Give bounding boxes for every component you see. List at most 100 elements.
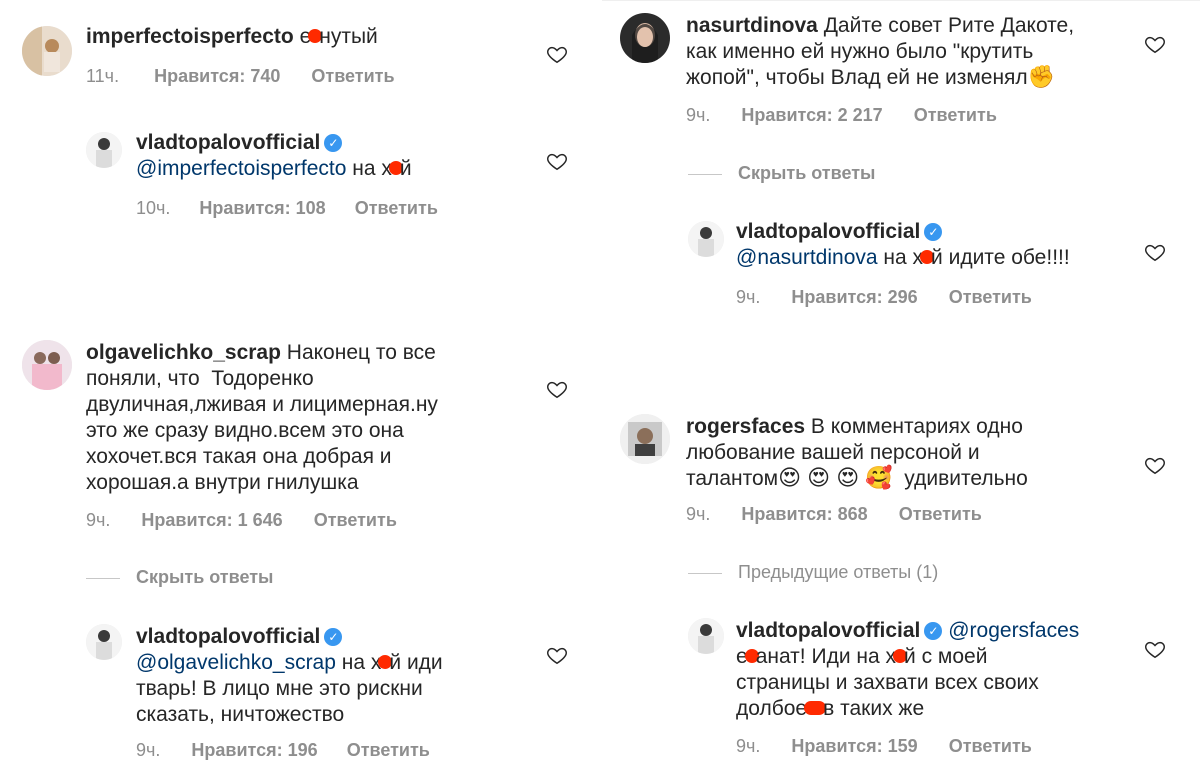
comment-text: талантом — [686, 467, 779, 490]
comment-body: nasurtdinova Дайте совет Рите Дакоте, ка… — [686, 13, 1074, 91]
reply-username[interactable]: vladtopalovofficial — [136, 131, 320, 154]
avatar-photo — [22, 340, 72, 390]
hide-replies-label: Скрыть ответы — [738, 163, 876, 183]
avatar[interactable] — [22, 340, 72, 390]
mention-link[interactable]: @rogersfaces — [948, 619, 1079, 642]
comment-text: В комментариях одно — [805, 415, 1023, 438]
heart-icon[interactable] — [546, 43, 568, 65]
hide-replies-label: Скрыть ответы — [136, 567, 274, 587]
divider-line — [688, 173, 722, 175]
comment-panel-left-top: imperfectoisperfecto е нутый 11ч. Нравитс… — [0, 0, 598, 300]
comment-text: жопой", чтобы Влад ей не изменял — [686, 66, 1028, 89]
mention-link[interactable]: @olgavelichko_scrap — [136, 651, 336, 674]
heart-icon[interactable] — [1144, 241, 1166, 263]
heart-icon[interactable] — [546, 378, 568, 400]
reply-button[interactable]: Ответить — [949, 287, 1032, 308]
comment-meta: 9ч. Нравится: 868 Ответить — [686, 504, 982, 525]
comment-text: поняли, что Тодоренко — [86, 367, 314, 390]
verified-badge-icon: ✓ — [324, 628, 343, 646]
reply-text: долбое — [736, 697, 808, 720]
avatar[interactable] — [688, 618, 724, 654]
reply-text: в таких же — [823, 697, 925, 720]
reply-button[interactable]: Ответить — [949, 736, 1032, 757]
hide-replies-button[interactable]: Скрыть ответы — [688, 163, 875, 184]
reply-username[interactable]: vladtopalovofficial — [736, 220, 920, 243]
reply-text: страницы и захвати всех своих — [736, 671, 1039, 694]
comment-text: Наконец то все — [280, 341, 436, 364]
heart-icon[interactable] — [1144, 454, 1166, 476]
avatar[interactable] — [22, 26, 72, 76]
reply-body: vladtopalovofficial ✓ @rogersfaces е анат!… — [736, 618, 1079, 722]
comment-username[interactable]: rogersfaces — [686, 415, 805, 438]
mention-link[interactable]: @nasurtdinova — [736, 246, 878, 269]
reply-button[interactable]: Ответить — [355, 198, 438, 219]
likes-count[interactable]: Нравится: 108 — [199, 198, 325, 219]
reply-time[interactable]: 9ч. — [136, 740, 160, 761]
reply-button[interactable]: Ответить — [311, 66, 394, 87]
comment-username[interactable]: imperfectoisperfecto — [86, 25, 294, 48]
divider-line — [688, 572, 722, 574]
comment-time[interactable]: 9ч. — [86, 510, 110, 531]
mention-link[interactable]: @imperfectoisperfecto — [136, 157, 346, 180]
verified-badge-icon: ✓ — [924, 622, 943, 640]
comment-time[interactable]: 11ч. — [86, 66, 119, 87]
verified-badge-icon: ✓ — [924, 223, 943, 241]
reply-username[interactable]: vladtopalovofficial — [136, 625, 320, 648]
reply-time[interactable]: 9ч. — [736, 736, 760, 757]
avatar-photo — [688, 618, 724, 654]
reply-button[interactable]: Ответить — [314, 510, 397, 531]
comment-text: хохочет.вся такая она добрая и — [86, 445, 392, 468]
reply-button[interactable]: Ответить — [899, 504, 982, 525]
avatar[interactable] — [86, 132, 122, 168]
comment-text: как именно ей нужно было "крутить — [686, 40, 1034, 63]
reply-text: й идите обе!!!! — [931, 246, 1070, 269]
raised-fist-icon: ✊ — [1027, 64, 1056, 89]
likes-count[interactable]: Нравится: 1 646 — [141, 510, 282, 531]
likes-count[interactable]: Нравится: 740 — [154, 66, 280, 87]
reply-text: анат! Иди на х — [755, 645, 896, 668]
avatar-photo — [86, 132, 122, 168]
comment-text: любование вашей персоной и — [686, 441, 980, 464]
hide-replies-button[interactable]: Скрыть ответы — [86, 567, 273, 588]
comment-text: это же сразу видно.всем это она — [86, 419, 404, 442]
comment-body: imperfectoisperfecto е нутый — [86, 24, 378, 50]
comment-text: Дайте совет Рите Дакоте, — [817, 14, 1075, 37]
likes-count[interactable]: Нравится: 159 — [791, 736, 917, 757]
likes-count[interactable]: Нравится: 868 — [741, 504, 867, 525]
reply-time[interactable]: 9ч. — [736, 287, 760, 308]
comment-panel-right-top: nasurtdinova Дайте совет Рите Дакоте, ка… — [602, 0, 1200, 319]
reply-body: vladtopalovofficial ✓ @imperfectoisperfec… — [136, 130, 412, 182]
avatar[interactable] — [86, 624, 122, 660]
avatar[interactable] — [620, 13, 670, 63]
reply-text: на х — [346, 157, 392, 180]
likes-count[interactable]: Нравится: 196 — [191, 740, 317, 761]
reply-meta: 9ч. Нравится: 196 Ответить — [136, 740, 430, 761]
comment-username[interactable]: olgavelichko_scrap — [86, 341, 281, 364]
comment-time[interactable]: 9ч. — [686, 105, 710, 126]
reply-text: сказать, ничтожество — [136, 703, 345, 726]
reply-text: на х — [877, 246, 924, 269]
comment-body: rogersfaces В комментариях одно любовани… — [686, 414, 1028, 492]
avatar[interactable] — [620, 414, 670, 464]
reply-body: vladtopalovofficial ✓ @olgavelichko_scrap… — [136, 624, 443, 728]
avatar-photo — [620, 414, 670, 464]
heart-icon[interactable] — [546, 150, 568, 172]
heart-eyes-emoji-icon: 😍 😍 😍 🥰 — [778, 465, 893, 490]
comment-body: olgavelichko_scrap Наконец то все поняли… — [86, 340, 438, 496]
heart-icon[interactable] — [1144, 638, 1166, 660]
reply-text: тварь! В лицо мне это рискни — [136, 677, 423, 700]
reply-button[interactable]: Ответить — [914, 105, 997, 126]
comment-time[interactable]: 9ч. — [686, 504, 710, 525]
previous-replies-button[interactable]: Предыдущие ответы (1) — [688, 562, 938, 583]
heart-icon[interactable] — [1144, 33, 1166, 55]
reply-time[interactable]: 10ч. — [136, 198, 170, 219]
comment-text: нутый — [319, 25, 378, 48]
likes-count[interactable]: Нравится: 296 — [791, 287, 917, 308]
comment-meta: 9ч. Нравится: 2 217 Ответить — [686, 105, 997, 126]
likes-count[interactable]: Нравится: 2 217 — [741, 105, 882, 126]
comment-username[interactable]: nasurtdinova — [686, 14, 818, 37]
reply-username[interactable]: vladtopalovofficial — [736, 619, 920, 642]
avatar[interactable] — [688, 221, 724, 257]
heart-icon[interactable] — [546, 644, 568, 666]
reply-button[interactable]: Ответить — [347, 740, 430, 761]
